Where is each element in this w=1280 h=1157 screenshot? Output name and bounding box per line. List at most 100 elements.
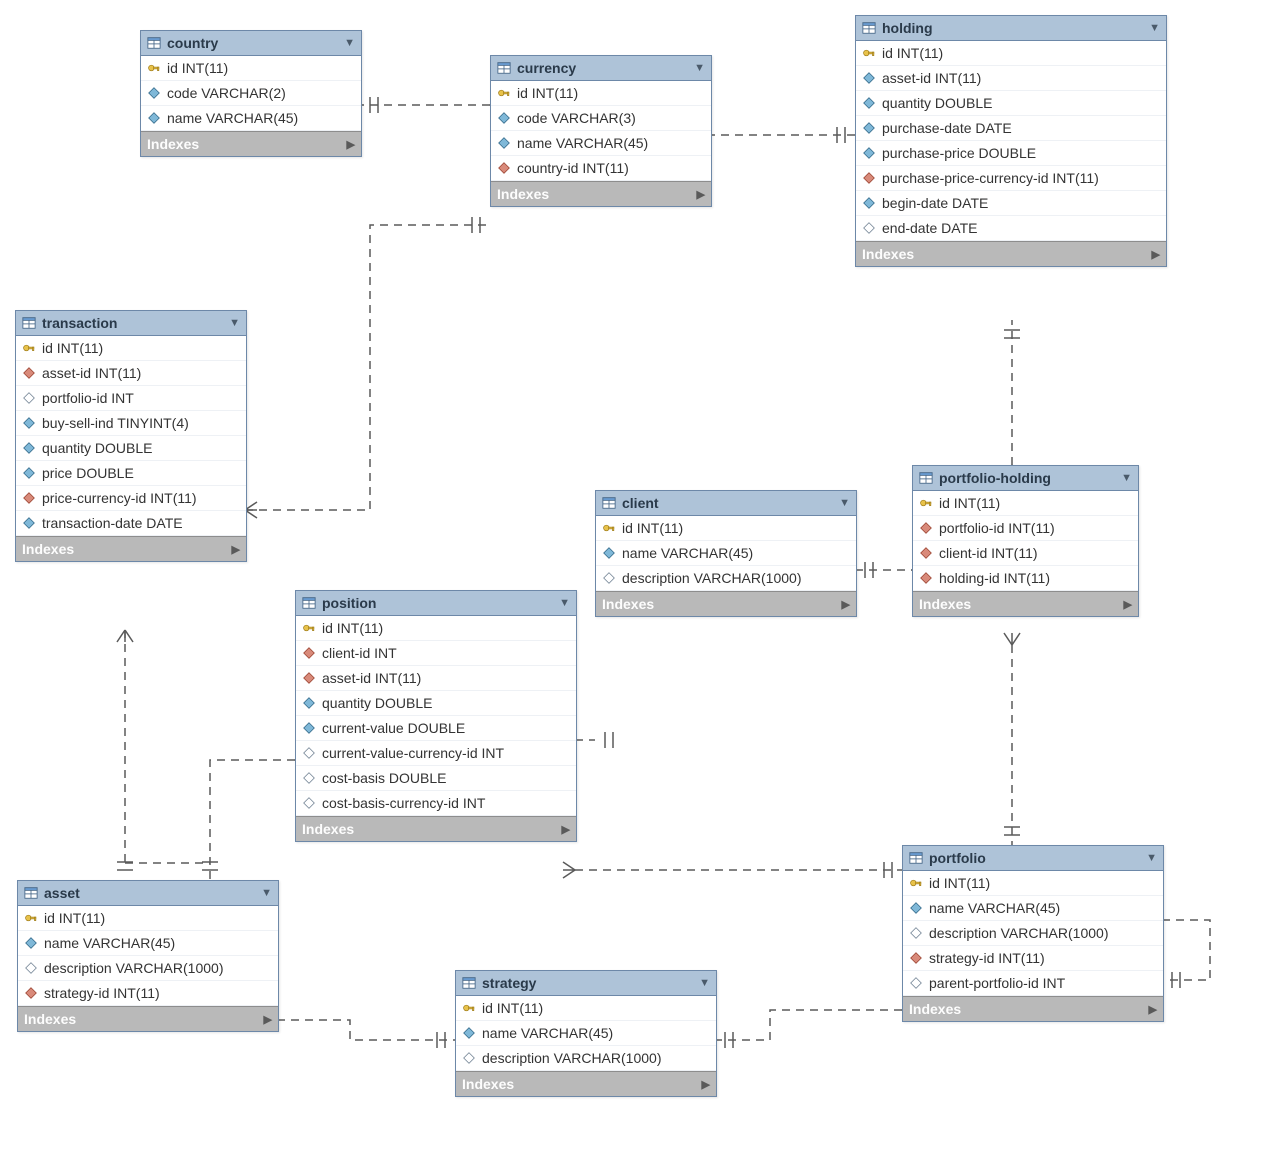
indexes-footer[interactable]: Indexes▶: [903, 996, 1163, 1021]
column-row[interactable]: code VARCHAR(2): [141, 81, 361, 106]
column-row[interactable]: name VARCHAR(45): [903, 896, 1163, 921]
column-row[interactable]: name VARCHAR(45): [491, 131, 711, 156]
column-row[interactable]: buy-sell-ind TINYINT(4): [16, 411, 246, 436]
collapse-icon[interactable]: ▼: [1121, 472, 1132, 484]
column-row[interactable]: purchase-price DOUBLE: [856, 141, 1166, 166]
indexes-footer[interactable]: Indexes▶: [913, 591, 1138, 616]
column-row[interactable]: country-id INT(11): [491, 156, 711, 181]
entity-currency[interactable]: currency▼id INT(11)code VARCHAR(3)name V…: [490, 55, 712, 207]
indexes-footer[interactable]: Indexes▶: [456, 1071, 716, 1096]
collapse-icon[interactable]: ▼: [1149, 22, 1160, 34]
column-row[interactable]: id INT(11): [491, 81, 711, 106]
column-row[interactable]: id INT(11): [16, 336, 246, 361]
column-row[interactable]: transaction-date DATE: [16, 511, 246, 536]
column-row[interactable]: code VARCHAR(3): [491, 106, 711, 131]
indexes-footer[interactable]: Indexes▶: [16, 536, 246, 561]
entity-header[interactable]: strategy▼: [456, 971, 716, 996]
column-row[interactable]: portfolio-id INT: [16, 386, 246, 411]
expand-icon[interactable]: ▶: [1124, 598, 1132, 611]
collapse-icon[interactable]: ▼: [261, 887, 272, 899]
expand-icon[interactable]: ▶: [232, 543, 240, 556]
expand-icon[interactable]: ▶: [1152, 248, 1160, 261]
column-row[interactable]: portfolio-id INT(11): [913, 516, 1138, 541]
indexes-footer[interactable]: Indexes▶: [18, 1006, 278, 1031]
column-row[interactable]: price-currency-id INT(11): [16, 486, 246, 511]
expand-icon[interactable]: ▶: [562, 823, 570, 836]
collapse-icon[interactable]: ▼: [694, 62, 705, 74]
entity-asset[interactable]: asset▼id INT(11)name VARCHAR(45)descript…: [17, 880, 279, 1032]
column-row[interactable]: client-id INT: [296, 641, 576, 666]
indexes-footer[interactable]: Indexes▶: [596, 591, 856, 616]
column-row[interactable]: parent-portfolio-id INT: [903, 971, 1163, 996]
column-row[interactable]: id INT(11): [456, 996, 716, 1021]
collapse-icon[interactable]: ▼: [699, 977, 710, 989]
column-row[interactable]: id INT(11): [141, 56, 361, 81]
column-row[interactable]: id INT(11): [18, 906, 278, 931]
entity-strategy[interactable]: strategy▼id INT(11)name VARCHAR(45)descr…: [455, 970, 717, 1097]
column-row[interactable]: name VARCHAR(45): [456, 1021, 716, 1046]
column-row[interactable]: description VARCHAR(1000): [456, 1046, 716, 1071]
entity-header[interactable]: country▼: [141, 31, 361, 56]
column-row[interactable]: asset-id INT(11): [296, 666, 576, 691]
entity-header[interactable]: portfolio▼: [903, 846, 1163, 871]
indexes-footer[interactable]: Indexes▶: [856, 241, 1166, 266]
entity-portfolio[interactable]: portfolio▼id INT(11)name VARCHAR(45)desc…: [902, 845, 1164, 1022]
column-row[interactable]: current-value DOUBLE: [296, 716, 576, 741]
column-row[interactable]: quantity DOUBLE: [296, 691, 576, 716]
entity-portfolio-holding[interactable]: portfolio-holding▼id INT(11)portfolio-id…: [912, 465, 1139, 617]
entity-client[interactable]: client▼id INT(11)name VARCHAR(45)descrip…: [595, 490, 857, 617]
column-row[interactable]: description VARCHAR(1000): [903, 921, 1163, 946]
column-row[interactable]: quantity DOUBLE: [16, 436, 246, 461]
entity-header[interactable]: currency▼: [491, 56, 711, 81]
collapse-icon[interactable]: ▼: [839, 497, 850, 509]
column-row[interactable]: id INT(11): [596, 516, 856, 541]
expand-icon[interactable]: ▶: [697, 188, 705, 201]
expand-icon[interactable]: ▶: [347, 138, 355, 151]
entity-header[interactable]: asset▼: [18, 881, 278, 906]
column-row[interactable]: id INT(11): [903, 871, 1163, 896]
indexes-footer[interactable]: Indexes▶: [296, 816, 576, 841]
entity-header[interactable]: portfolio-holding▼: [913, 466, 1138, 491]
expand-icon[interactable]: ▶: [842, 598, 850, 611]
column-row[interactable]: description VARCHAR(1000): [18, 956, 278, 981]
column-row[interactable]: name VARCHAR(45): [18, 931, 278, 956]
column-row[interactable]: begin-date DATE: [856, 191, 1166, 216]
column-row[interactable]: asset-id INT(11): [856, 66, 1166, 91]
column-row[interactable]: id INT(11): [856, 41, 1166, 66]
indexes-footer[interactable]: Indexes▶: [141, 131, 361, 156]
entity-position[interactable]: position▼id INT(11)client-id INTasset-id…: [295, 590, 577, 842]
collapse-icon[interactable]: ▼: [344, 37, 355, 49]
column-row[interactable]: purchase-price-currency-id INT(11): [856, 166, 1166, 191]
entity-header[interactable]: client▼: [596, 491, 856, 516]
collapse-icon[interactable]: ▼: [229, 317, 240, 329]
entity-header[interactable]: transaction▼: [16, 311, 246, 336]
collapse-icon[interactable]: ▼: [1146, 852, 1157, 864]
indexes-footer[interactable]: Indexes▶: [491, 181, 711, 206]
column-row[interactable]: strategy-id INT(11): [18, 981, 278, 1006]
collapse-icon[interactable]: ▼: [559, 597, 570, 609]
column-row[interactable]: purchase-date DATE: [856, 116, 1166, 141]
column-row[interactable]: price DOUBLE: [16, 461, 246, 486]
entity-country[interactable]: country▼id INT(11)code VARCHAR(2)name VA…: [140, 30, 362, 157]
column-row[interactable]: name VARCHAR(45): [141, 106, 361, 131]
column-row[interactable]: name VARCHAR(45): [596, 541, 856, 566]
entity-holding[interactable]: holding▼id INT(11)asset-id INT(11)quanti…: [855, 15, 1167, 267]
column-row[interactable]: quantity DOUBLE: [856, 91, 1166, 116]
column-row[interactable]: current-value-currency-id INT: [296, 741, 576, 766]
entity-header[interactable]: holding▼: [856, 16, 1166, 41]
column-row[interactable]: id INT(11): [296, 616, 576, 641]
entity-transaction[interactable]: transaction▼id INT(11)asset-id INT(11)po…: [15, 310, 247, 562]
column-row[interactable]: end-date DATE: [856, 216, 1166, 241]
column-row[interactable]: client-id INT(11): [913, 541, 1138, 566]
column-row[interactable]: cost-basis DOUBLE: [296, 766, 576, 791]
expand-icon[interactable]: ▶: [264, 1013, 272, 1026]
expand-icon[interactable]: ▶: [702, 1078, 710, 1091]
entity-header[interactable]: position▼: [296, 591, 576, 616]
expand-icon[interactable]: ▶: [1149, 1003, 1157, 1016]
column-row[interactable]: id INT(11): [913, 491, 1138, 516]
column-row[interactable]: asset-id INT(11): [16, 361, 246, 386]
column-row[interactable]: holding-id INT(11): [913, 566, 1138, 591]
column-row[interactable]: cost-basis-currency-id INT: [296, 791, 576, 816]
column-row[interactable]: strategy-id INT(11): [903, 946, 1163, 971]
column-row[interactable]: description VARCHAR(1000): [596, 566, 856, 591]
